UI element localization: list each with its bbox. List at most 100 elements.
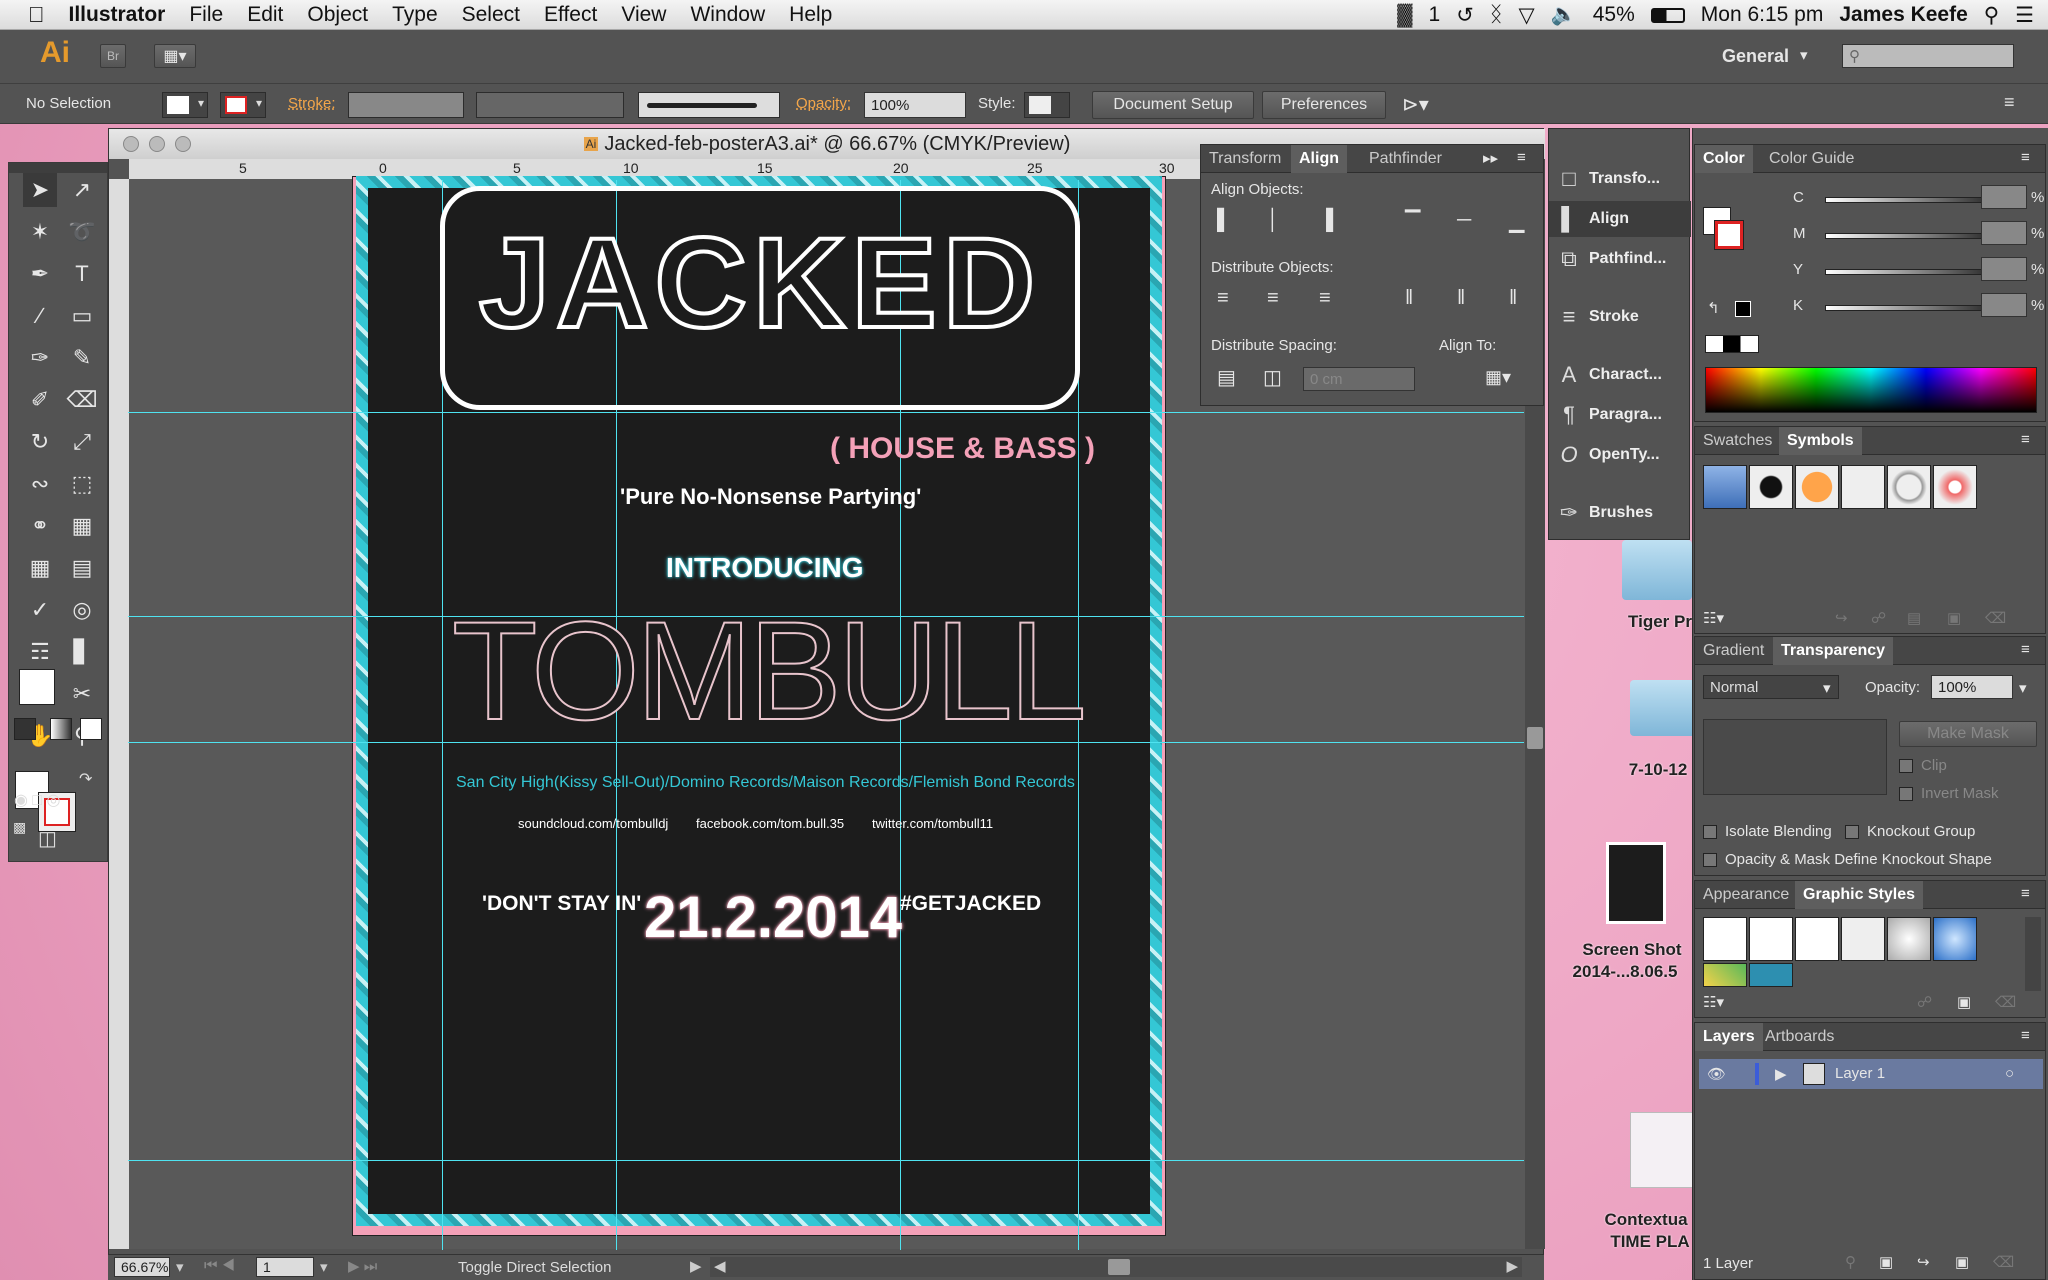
- make-mask-button[interactable]: Make Mask: [1899, 721, 2037, 747]
- menu-view[interactable]: View: [609, 3, 678, 27]
- new-graphic-style-icon[interactable]: ▣: [1957, 993, 1971, 1011]
- symbol-flower[interactable]: [1933, 465, 1977, 509]
- tab-appearance[interactable]: Appearance: [1695, 881, 1797, 909]
- gradient-mode-icon[interactable]: [50, 718, 72, 740]
- shape-builder-tool-icon[interactable]: ⚭: [23, 509, 57, 543]
- panel-stroke-collapsed[interactable]: ≡ Stroke: [1549, 299, 1691, 335]
- magenta-slider[interactable]: [1825, 233, 1985, 239]
- target-circle-icon[interactable]: ○: [2005, 1065, 2014, 1082]
- visibility-eye-icon[interactable]: 👁: [1707, 1065, 1726, 1083]
- layer-row[interactable]: 👁 ▶ Layer 1 ○: [1699, 1059, 2043, 1089]
- guide-line[interactable]: [128, 1160, 1524, 1161]
- tab-color-guide[interactable]: Color Guide: [1761, 145, 1862, 173]
- mask-thumbnail[interactable]: [1703, 719, 1887, 795]
- symbol-blue-banner[interactable]: [1703, 465, 1747, 509]
- artboard-number-field[interactable]: 1: [256, 1257, 314, 1277]
- swap-fill-stroke-icon[interactable]: ↷: [79, 769, 92, 789]
- cyan-value-field[interactable]: [1981, 185, 2027, 209]
- volume-icon[interactable]: 🔈: [1551, 3, 1577, 27]
- line-tool-icon[interactable]: ∕: [23, 299, 57, 333]
- graphic-style-blue[interactable]: [1933, 917, 1977, 961]
- panel-menu-icon[interactable]: ≡: [1517, 149, 1526, 166]
- brush-definition-picker[interactable]: [638, 92, 780, 118]
- poster-record-labels[interactable]: San City High(Kissy Sell-Out)/Domino Rec…: [456, 774, 1075, 792]
- warp-tool-icon[interactable]: ∾: [23, 467, 57, 501]
- jacked-logo-text[interactable]: JACKED: [440, 210, 1080, 357]
- opacity-field[interactable]: 100%: [864, 92, 966, 118]
- black-swatch[interactable]: [1735, 301, 1751, 317]
- horizontal-scrollbar[interactable]: ◀ ▶: [710, 1257, 1522, 1277]
- tools-panel-grip[interactable]: [9, 163, 107, 173]
- tab-align[interactable]: Align: [1291, 145, 1347, 173]
- panel-align-collapsed[interactable]: ▌ Align: [1549, 201, 1691, 237]
- collapse-panel-icon[interactable]: ▸▸: [1483, 149, 1498, 167]
- symbol-chain-ring[interactable]: [1887, 465, 1931, 509]
- fill-color-picker[interactable]: ▾: [162, 92, 208, 118]
- scrollbar-thumb[interactable]: [1527, 727, 1543, 749]
- graphic-style-leaf[interactable]: [1703, 963, 1747, 987]
- panel-menu-icon[interactable]: ≡: [2021, 641, 2030, 658]
- vertical-distribute-top-icon[interactable]: ≡: [1217, 287, 1229, 310]
- place-symbol-icon[interactable]: ↪: [1835, 609, 1848, 627]
- panel-menu-icon[interactable]: ≡: [2021, 431, 2030, 448]
- graphic-style-default[interactable]: [1703, 917, 1747, 961]
- none-black-white-swatches[interactable]: [1705, 335, 1759, 353]
- scroll-right-icon[interactable]: ▶: [1506, 1257, 1518, 1275]
- symbol-ink-splat[interactable]: [1749, 465, 1793, 509]
- slice-tool-icon[interactable]: ✂: [65, 677, 99, 711]
- graphic-style-gray-glow[interactable]: [1887, 917, 1931, 961]
- wifi-icon[interactable]: ▽: [1518, 3, 1534, 28]
- panel-menu-icon[interactable]: ≡: [2021, 1027, 2030, 1044]
- pencil-tool-icon[interactable]: ✎: [65, 341, 99, 375]
- panel-menu-icon[interactable]: ≡: [2021, 885, 2030, 902]
- isolate-blending-checkbox[interactable]: Isolate Blending: [1703, 823, 1832, 840]
- document-icon[interactable]: [1630, 1112, 1694, 1188]
- horizontal-distribute-space-icon[interactable]: ◫: [1263, 365, 1282, 390]
- default-fill-stroke-icon[interactable]: ▩: [13, 819, 26, 836]
- mesh-tool-icon[interactable]: ▦: [23, 551, 57, 585]
- make-clipping-mask-icon[interactable]: ▣: [1879, 1253, 1893, 1271]
- graphic-style-layers[interactable]: [1841, 917, 1885, 961]
- spotlight-search-icon[interactable]: ⚲: [1984, 3, 1999, 28]
- new-sublayer-icon[interactable]: ↪: [1917, 1253, 1930, 1271]
- symbol-options-icon[interactable]: ▤: [1907, 609, 1921, 627]
- poster-introducing[interactable]: INTRODUCING: [666, 552, 864, 584]
- panel-menu-icon[interactable]: ≡: [2021, 149, 2030, 166]
- graphic-styles-scrollbar[interactable]: [2025, 917, 2041, 991]
- cyan-slider[interactable]: [1825, 197, 1985, 203]
- tab-transparency[interactable]: Transparency: [1773, 637, 1894, 665]
- blend-tool-icon[interactable]: ◎: [65, 593, 99, 627]
- none-mode-icon[interactable]: [80, 718, 102, 740]
- blend-mode-select[interactable]: Normal: [1703, 675, 1839, 699]
- tab-symbols[interactable]: Symbols: [1779, 427, 1862, 455]
- horizontal-align-left-icon[interactable]: ▌: [1217, 209, 1231, 232]
- define-knockout-checkbox[interactable]: Opacity & Mask Define Knockout Shape: [1703, 851, 1992, 868]
- color-stroke-swatch[interactable]: [1714, 220, 1744, 250]
- eyedropper-tool-icon[interactable]: ✓: [23, 593, 57, 627]
- new-layer-icon[interactable]: ▣: [1955, 1253, 1969, 1271]
- stroke-weight-field[interactable]: [348, 92, 464, 118]
- paintbrush-tool-icon[interactable]: ✑: [23, 341, 57, 375]
- yellow-value-field[interactable]: [1981, 257, 2027, 281]
- bluetooth-icon[interactable]: ᛝ: [1490, 3, 1503, 27]
- menu-window[interactable]: Window: [678, 3, 777, 27]
- chevron-down-icon[interactable]: ▾: [1800, 46, 1808, 64]
- zoom-level-field[interactable]: 66.67%: [114, 1257, 170, 1277]
- black-value-field[interactable]: [1981, 293, 2027, 317]
- poster-facebook-link[interactable]: facebook.com/tom.bull.35: [696, 816, 844, 831]
- adobe-creative-cloud-icon[interactable]: ▓: [1397, 3, 1412, 27]
- apple-icon[interactable]: : [0, 2, 57, 28]
- draw-modes-icon[interactable]: ◉ □ ◎: [14, 790, 80, 812]
- bridge-button[interactable]: Br: [100, 44, 126, 68]
- poster-hashtag[interactable]: #GETJACKED: [900, 892, 1041, 916]
- battery-icon[interactable]: [1650, 7, 1685, 23]
- clock[interactable]: Mon 6:15 pm: [1701, 3, 1824, 27]
- poster-soundcloud-link[interactable]: soundcloud.com/tombulldj: [518, 816, 668, 831]
- panel-opentype-collapsed[interactable]: O OpenTy...: [1549, 437, 1691, 473]
- invert-mask-checkbox[interactable]: Invert Mask: [1899, 785, 1999, 802]
- poster-tagline[interactable]: 'Pure No-Nonsense Partying': [620, 484, 921, 510]
- pen-tool-icon[interactable]: ✒: [23, 257, 57, 291]
- folder-icon[interactable]: [1630, 680, 1700, 736]
- status-menu-arrow-icon[interactable]: ▶: [690, 1257, 702, 1275]
- panel-character-collapsed[interactable]: A Charact...: [1549, 357, 1691, 393]
